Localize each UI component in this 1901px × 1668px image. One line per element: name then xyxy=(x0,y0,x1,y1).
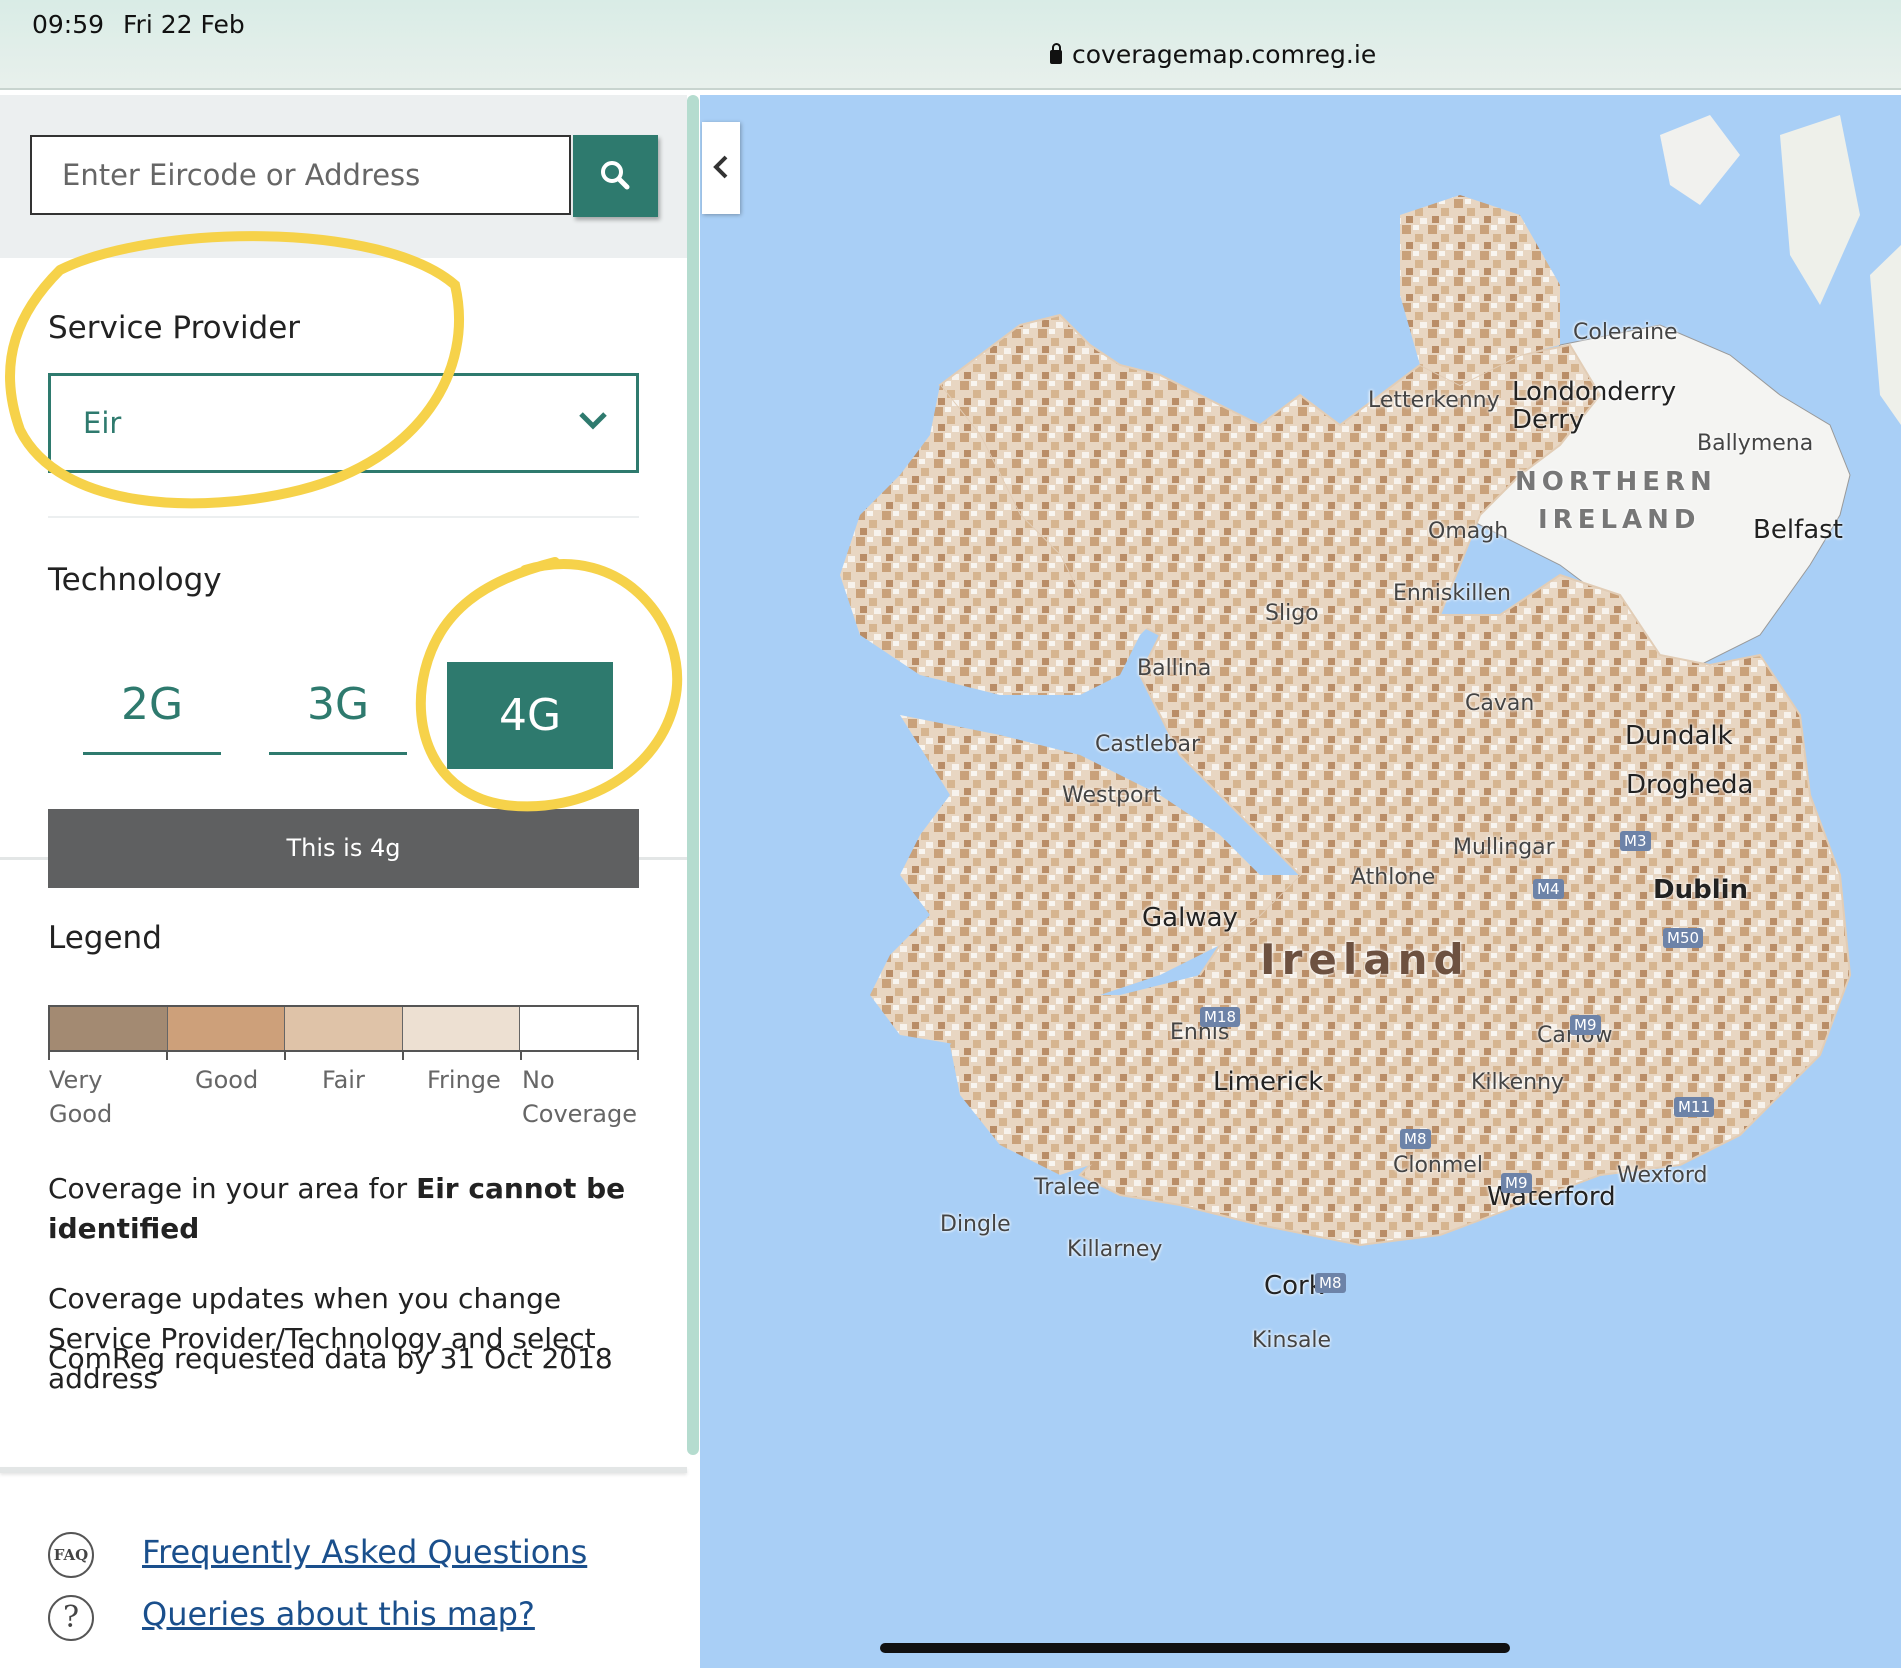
provider-selected-value: Eir xyxy=(83,406,122,440)
map-label: Coleraine xyxy=(1573,320,1678,345)
chevron-left-icon xyxy=(713,155,728,179)
road-badge: M8 xyxy=(1315,1273,1346,1293)
road-badge: M50 xyxy=(1663,928,1704,948)
collapse-panel-button[interactable] xyxy=(702,122,740,214)
legend-tick xyxy=(402,1052,404,1060)
side-panel: Service Provider Eir Technology 2G 3G 4G… xyxy=(0,95,687,1668)
legend-swatch-fringe xyxy=(402,1007,521,1050)
legend-swatches xyxy=(48,1005,639,1052)
legend-label-fair: Fair xyxy=(322,1066,365,1094)
scotland-coast xyxy=(1870,245,1901,425)
road-badge: M3 xyxy=(1620,831,1651,851)
legend-swatch-very-good xyxy=(50,1007,168,1050)
legend-tick xyxy=(520,1052,522,1060)
map-label: Drogheda xyxy=(1626,770,1754,800)
legend-swatch-good xyxy=(167,1007,286,1050)
technology-info-bar: This is 4g xyxy=(48,809,639,888)
chevron-down-icon xyxy=(579,412,607,430)
scotland-island xyxy=(1780,115,1860,305)
home-indicator xyxy=(880,1643,1510,1653)
faq-icon: FAQ xyxy=(48,1532,94,1578)
service-provider-title: Service Provider xyxy=(48,310,301,346)
map-label: Dingle xyxy=(940,1212,1011,1237)
legend-label-no-coverage: No Coverage xyxy=(522,1066,637,1128)
legend-label-fringe: Fringe xyxy=(427,1066,501,1094)
map-label: Ballymena xyxy=(1697,431,1814,456)
search-button[interactable] xyxy=(573,135,658,217)
legend-title: Legend xyxy=(48,920,162,956)
tech-2g-button[interactable]: 2G xyxy=(83,655,221,755)
legend-tick xyxy=(166,1052,168,1060)
map-label: Dublin xyxy=(1653,875,1749,905)
legend-swatch-fair xyxy=(285,1007,403,1050)
map-label: Kilkenny xyxy=(1471,1070,1565,1095)
map-label: NORTHERN xyxy=(1515,467,1717,497)
divider xyxy=(48,516,639,518)
map-label: Letterkenny xyxy=(1368,388,1500,413)
coverage-map[interactable]: Coleraine Letterkenny Londonderry Derry … xyxy=(700,95,1901,1668)
map-label: Londonderry xyxy=(1512,377,1677,407)
address-bar[interactable]: coveragemap.comreg.ie xyxy=(1050,40,1376,69)
map-label: Westport xyxy=(1062,783,1162,808)
road-badge: M4 xyxy=(1533,879,1564,899)
map-label: Dundalk xyxy=(1625,721,1733,751)
faq-link[interactable]: Frequently Asked Questions xyxy=(142,1533,587,1571)
road-badge: M11 xyxy=(1674,1097,1715,1117)
tech-4g-button[interactable]: 4G xyxy=(447,662,613,769)
legend-tick xyxy=(637,1052,639,1060)
map-label: Tralee xyxy=(1034,1175,1100,1200)
map-label: Galway xyxy=(1142,903,1238,933)
road-badge: M9 xyxy=(1570,1015,1601,1035)
map-label: Castlebar xyxy=(1095,732,1201,757)
service-provider-select[interactable]: Eir xyxy=(48,373,639,473)
legend-tick xyxy=(284,1052,286,1060)
url-text: coveragemap.comreg.ie xyxy=(1072,40,1377,69)
search-input[interactable] xyxy=(30,135,571,215)
map-label: Kinsale xyxy=(1252,1328,1332,1353)
scotland-island xyxy=(1660,115,1740,205)
browser-status-bar: 09:59 Fri 22 Feb coveragemap.comreg.ie xyxy=(0,0,1901,90)
map-label: Limerick xyxy=(1213,1067,1324,1097)
map-label: Clonmel xyxy=(1393,1153,1483,1178)
legend-tick xyxy=(48,1052,50,1060)
tech-3g-button[interactable]: 3G xyxy=(269,655,407,755)
legend-swatch-no-coverage xyxy=(520,1007,637,1050)
road-badge: M8 xyxy=(1400,1129,1431,1149)
search-icon xyxy=(601,161,630,190)
map-label: Cavan xyxy=(1465,691,1535,716)
status-time: 09:59 xyxy=(32,10,105,39)
panel-divider xyxy=(0,1467,687,1473)
map-label: Belfast xyxy=(1753,515,1843,545)
panel-scrollbar[interactable] xyxy=(687,95,699,1455)
coverage-status: Coverage in your area for Eir cannot be … xyxy=(48,1172,626,1245)
queries-link[interactable]: Queries about this map? xyxy=(142,1595,535,1633)
map-label: Ballina xyxy=(1137,656,1212,681)
status-date: Fri 22 Feb xyxy=(123,10,245,39)
legend-label-very-good: Very Good xyxy=(49,1066,113,1128)
map-label: Omagh xyxy=(1428,519,1509,544)
map-label: Sligo xyxy=(1265,601,1319,626)
map-label: Killarney xyxy=(1067,1237,1163,1262)
legend-label-good: Good xyxy=(195,1066,259,1094)
question-mark-icon: ? xyxy=(48,1595,94,1641)
map-label: Enniskillen xyxy=(1393,581,1511,606)
map-label: Athlone xyxy=(1351,865,1436,890)
data-date-note: ComReg requested data by 31 Oct 2018 xyxy=(48,1342,613,1375)
map-label: Mullingar xyxy=(1453,835,1555,860)
map-label: Wexford xyxy=(1617,1163,1708,1188)
map-label: Derry xyxy=(1512,405,1585,435)
map-label: IRELAND xyxy=(1538,505,1701,535)
road-badge: M18 xyxy=(1200,1007,1241,1027)
search-area xyxy=(0,95,687,258)
road-badge: M9 xyxy=(1501,1173,1532,1193)
technology-title: Technology xyxy=(48,562,222,598)
map-label-country: Ireland xyxy=(1260,935,1470,984)
lock-icon xyxy=(1050,42,1062,64)
